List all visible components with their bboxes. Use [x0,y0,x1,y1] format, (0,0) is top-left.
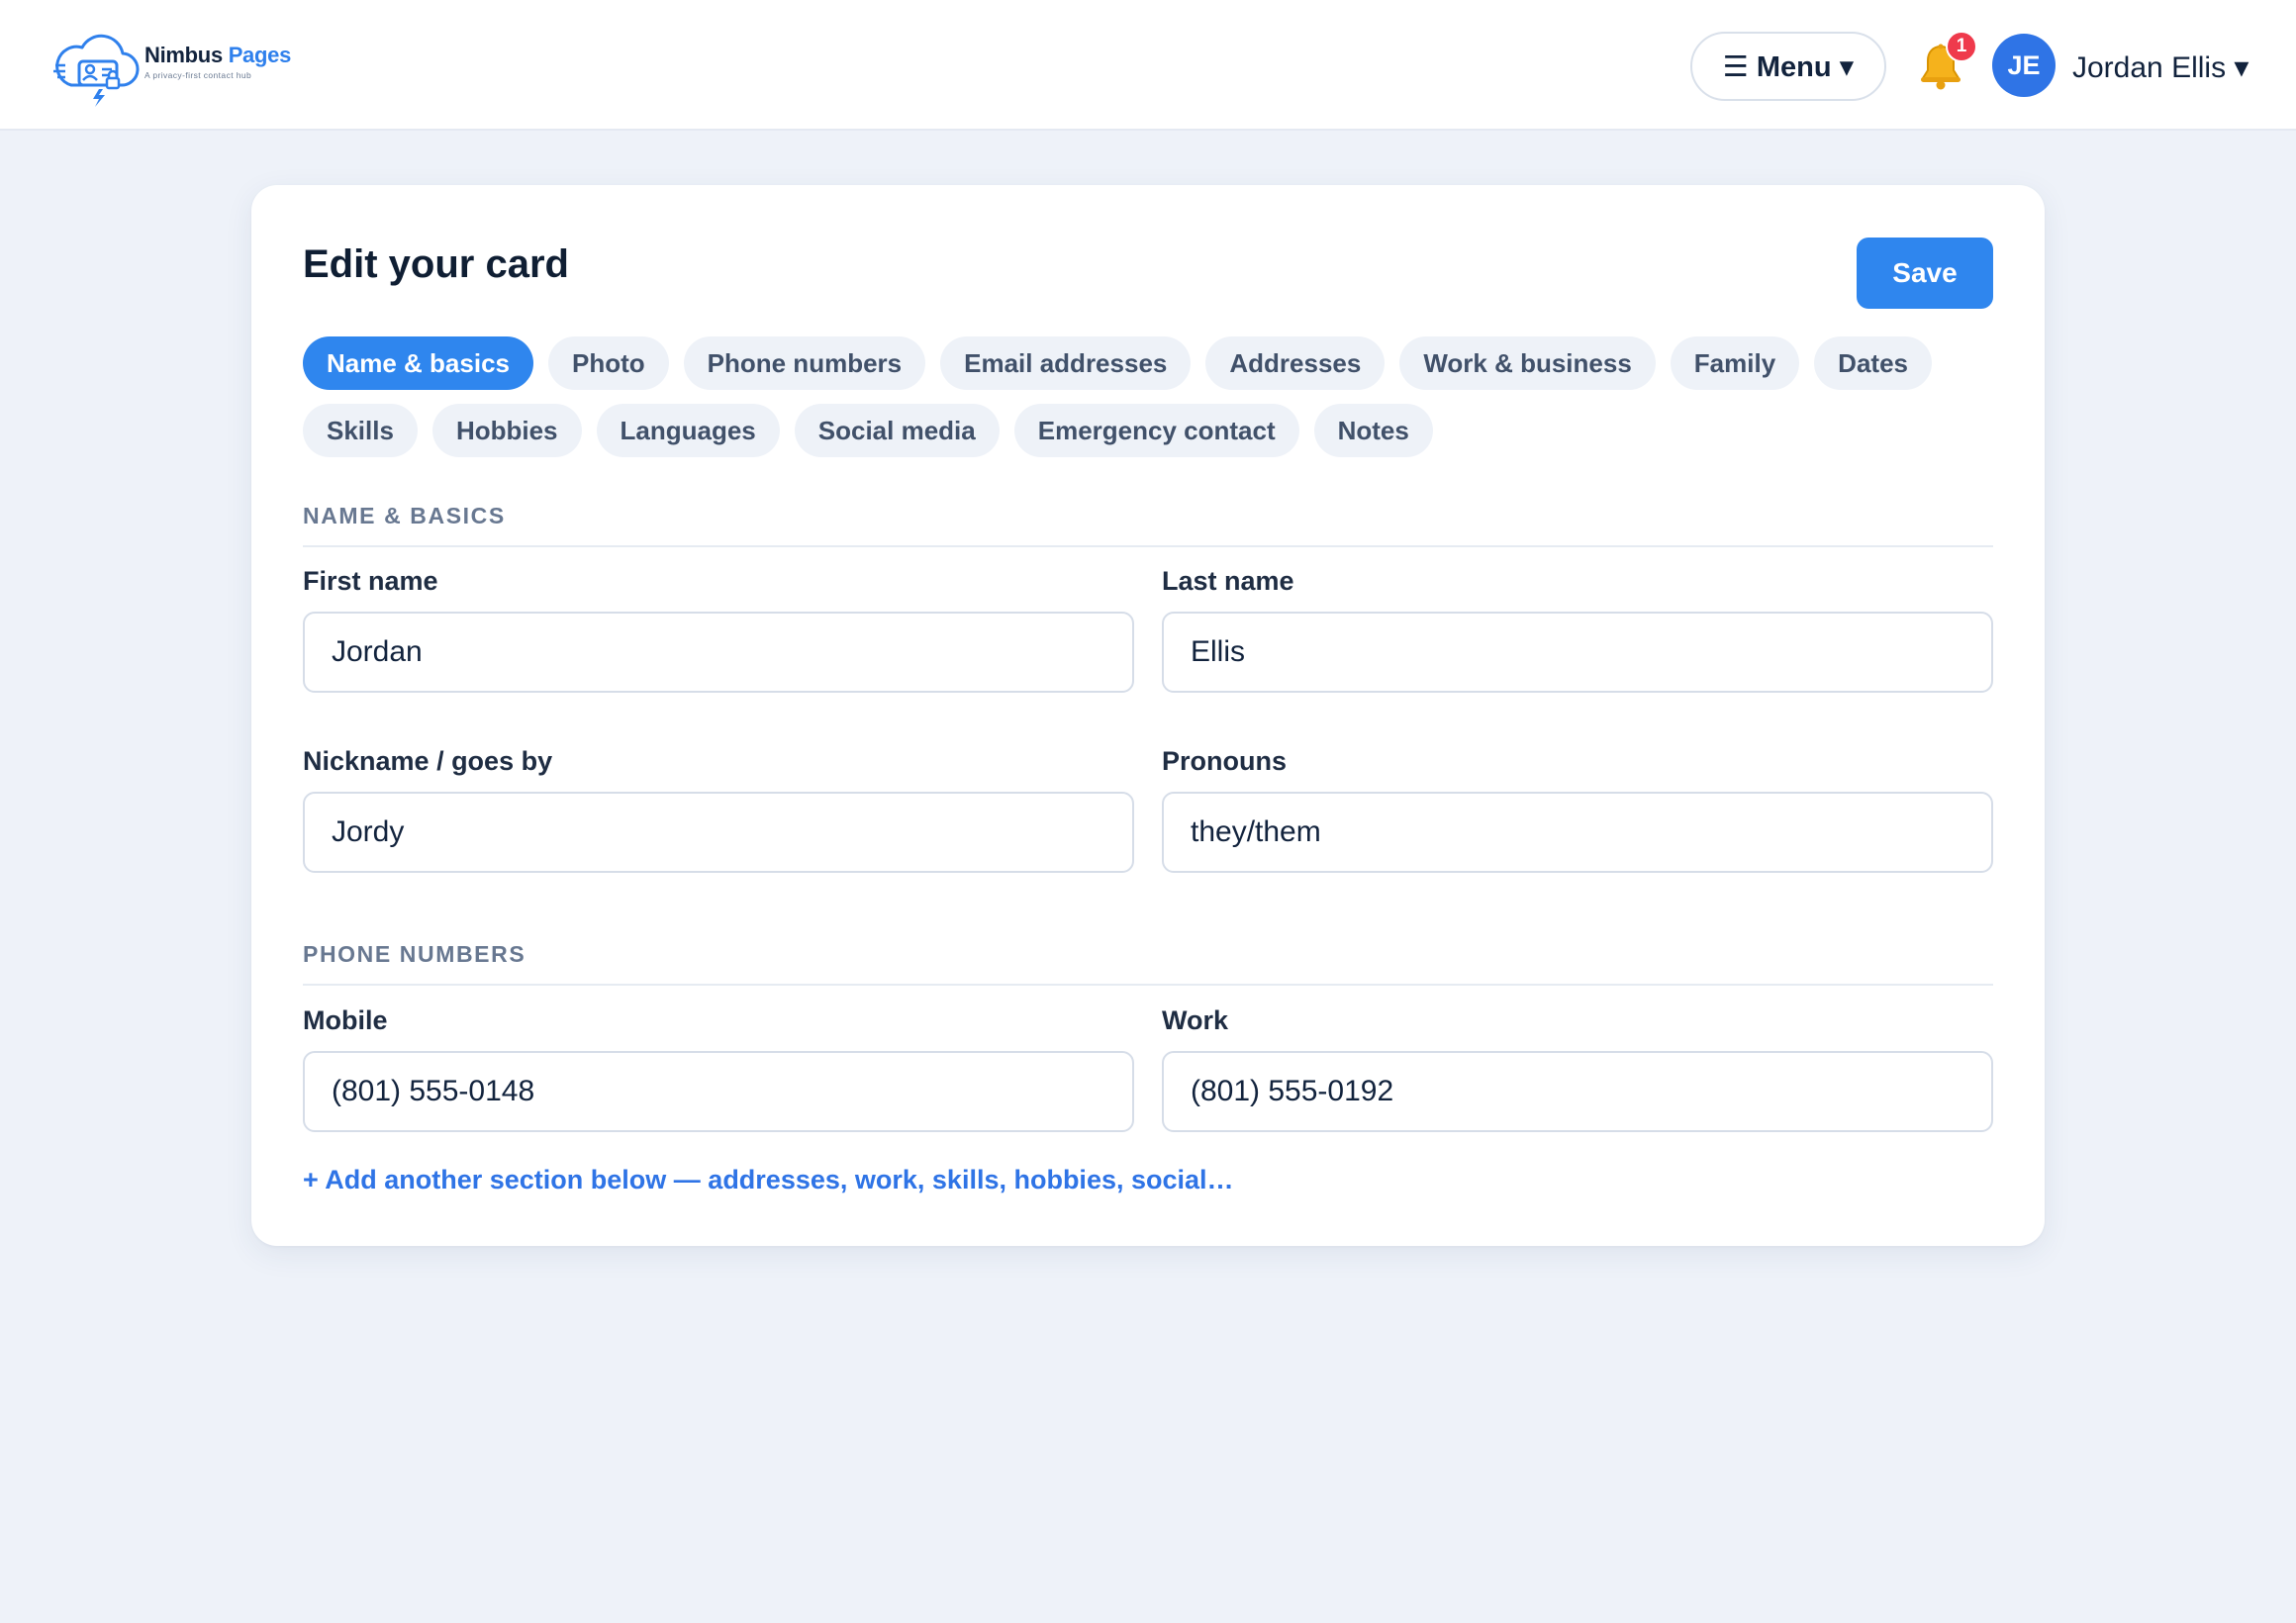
page-title: Edit your card [303,242,569,286]
nickname-label: Nickname / goes by [303,746,553,776]
cloud-contact-card-logo-icon [53,34,140,107]
mobile-field-group: Mobile [303,1005,1134,1132]
brand-logo[interactable]: Nimbus Pages A privacy-first contact hub [49,24,291,107]
user-menu-dropdown[interactable]: Jordan Ellis ▾ [2072,44,2248,91]
nickname-field-group: Nickname / goes by [303,746,1134,873]
tab-work-business[interactable]: Work & business [1399,336,1656,390]
tab-name-basics[interactable]: Name & basics [303,336,533,390]
work-phone-label: Work [1162,1005,1229,1035]
add-section-link[interactable]: + Add another section below — addresses,… [303,1165,1234,1195]
pronouns-field-group: Pronouns [1162,746,1993,873]
work-phone-input[interactable] [1162,1051,1993,1132]
section-heading-name-basics: NAME & BASICS [303,503,1993,547]
work-phone-field-group: Work [1162,1005,1993,1132]
user-avatar[interactable]: JE [1992,34,2056,97]
tab-addresses[interactable]: Addresses [1205,336,1386,390]
mobile-label: Mobile [303,1005,388,1035]
edit-card-panel: Edit your card Save Name & basics Photo … [251,185,2045,1246]
last-name-label: Last name [1162,566,1294,596]
save-button[interactable]: Save [1857,238,1993,309]
section-tabs-row-1: Name & basics Photo Phone numbers Email … [303,336,2005,390]
brand-tagline: A privacy-first contact hub [144,70,252,80]
top-bar: Nimbus Pages A privacy-first contact hub… [0,0,2296,131]
tab-dates[interactable]: Dates [1814,336,1932,390]
tab-family[interactable]: Family [1670,336,1800,390]
brand-name: Nimbus Pages [144,43,291,68]
tab-notes[interactable]: Notes [1313,404,1433,457]
tab-email-addresses[interactable]: Email addresses [940,336,1192,390]
section-heading-phone-numbers: PHONE NUMBERS [303,941,1993,986]
brand-name-part1: Nimbus [144,43,223,67]
tab-hobbies[interactable]: Hobbies [431,404,582,457]
notification-count-badge: 1 [1946,31,1977,62]
tab-emergency-contact[interactable]: Emergency contact [1013,404,1299,457]
tab-phone-numbers[interactable]: Phone numbers [683,336,926,390]
section-tabs: Name & basics Photo Phone numbers Email … [303,336,2005,471]
nickname-input[interactable] [303,792,1134,873]
tab-languages[interactable]: Languages [596,404,780,457]
first-name-label: First name [303,566,438,596]
last-name-field-group: Last name [1162,566,1993,693]
first-name-field-group: First name [303,566,1134,693]
section-tabs-row-2: Skills Hobbies Languages Social media Em… [303,404,2005,457]
pronouns-input[interactable] [1162,792,1993,873]
menu-button[interactable]: ☰ Menu ▾ [1690,32,1886,101]
tab-photo[interactable]: Photo [547,336,669,390]
mobile-phone-input[interactable] [303,1051,1134,1132]
pronouns-label: Pronouns [1162,746,1287,776]
tab-social-media[interactable]: Social media [794,404,1000,457]
last-name-input[interactable] [1162,612,1993,693]
first-name-input[interactable] [303,612,1134,693]
brand-name-part2: Pages [228,43,292,67]
brand-text: Nimbus Pages A privacy-first contact hub [144,43,291,80]
tab-skills[interactable]: Skills [303,404,418,457]
